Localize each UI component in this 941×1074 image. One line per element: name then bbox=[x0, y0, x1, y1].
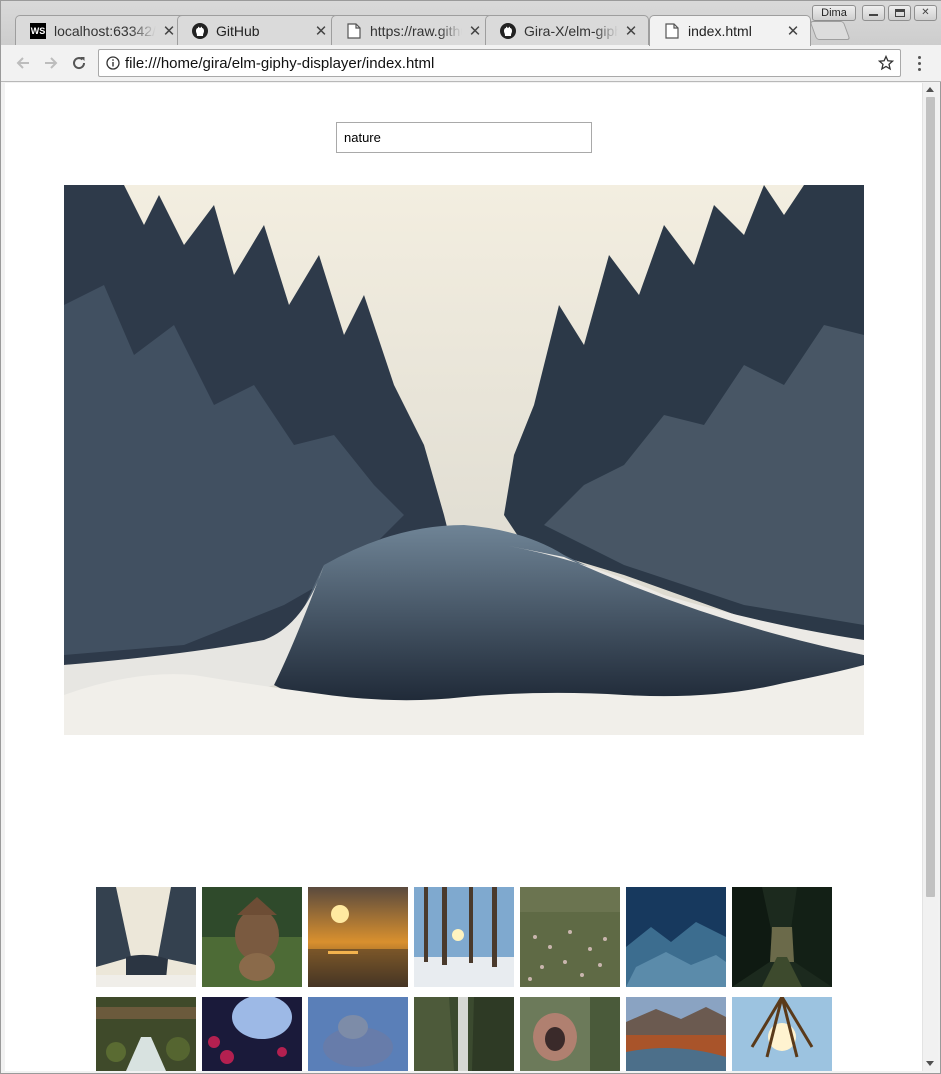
tab-title: localhost:63342/ bbox=[54, 23, 156, 39]
thumbnail[interactable] bbox=[414, 887, 514, 987]
menu-button[interactable] bbox=[910, 52, 928, 74]
page-icon bbox=[664, 23, 680, 39]
tab-title: GitHub bbox=[216, 23, 260, 39]
scrollbar-thumb[interactable] bbox=[926, 97, 935, 897]
thumbnail[interactable] bbox=[308, 887, 408, 987]
tab-title: https://raw.githu bbox=[370, 23, 462, 39]
thumbnail[interactable] bbox=[414, 997, 514, 1071]
close-icon[interactable]: ✕ bbox=[624, 22, 638, 40]
tab-gira-x-repo[interactable]: Gira-X/elm-giphy ✕ bbox=[485, 15, 649, 46]
browser-window: WS localhost:63342/ ✕ GitHub ✕ https://r… bbox=[0, 0, 941, 1074]
tab-strip: WS localhost:63342/ ✕ GitHub ✕ https://r… bbox=[1, 1, 941, 46]
webstorm-icon: WS bbox=[30, 23, 46, 39]
maximize-button[interactable] bbox=[888, 5, 911, 21]
url-text: file:///home/gira/elm-giphy-displayer/in… bbox=[125, 55, 435, 72]
thumbnail[interactable] bbox=[202, 887, 302, 987]
thumbnail[interactable] bbox=[732, 997, 832, 1071]
toolbar: file:///home/gira/elm-giphy-displayer/in… bbox=[1, 45, 941, 82]
profile-button[interactable]: Dima bbox=[812, 5, 856, 21]
github-icon bbox=[192, 23, 208, 39]
close-icon[interactable]: ✕ bbox=[468, 22, 482, 40]
thumbnail[interactable] bbox=[202, 997, 302, 1071]
tab-github[interactable]: GitHub ✕ bbox=[177, 15, 339, 46]
close-icon[interactable]: ✕ bbox=[786, 22, 800, 40]
thumbnail[interactable] bbox=[626, 887, 726, 987]
tab-index-html[interactable]: index.html ✕ bbox=[649, 15, 811, 46]
minimize-icon bbox=[869, 14, 878, 16]
arrow-left-icon bbox=[16, 57, 29, 69]
reload-icon bbox=[73, 57, 86, 70]
back-button[interactable] bbox=[12, 52, 34, 74]
github-icon bbox=[500, 23, 516, 39]
page-icon bbox=[346, 23, 362, 39]
bookmark-star-icon[interactable] bbox=[878, 55, 894, 71]
thumbnail[interactable] bbox=[520, 997, 620, 1071]
thumbnail[interactable] bbox=[96, 997, 196, 1071]
forward-button[interactable] bbox=[40, 52, 62, 74]
scroll-up-icon[interactable] bbox=[926, 87, 934, 92]
tab-raw-github[interactable]: https://raw.githu ✕ bbox=[331, 15, 493, 46]
main-gif bbox=[64, 185, 864, 735]
scroll-down-icon[interactable] bbox=[926, 1061, 934, 1066]
search-input[interactable]: nature bbox=[336, 122, 592, 153]
thumbnail[interactable] bbox=[732, 887, 832, 987]
vertical-scrollbar[interactable] bbox=[922, 83, 938, 1071]
tab-localhost[interactable]: WS localhost:63342/ ✕ bbox=[15, 15, 187, 46]
page-viewport: nature bbox=[5, 83, 922, 1071]
thumbnail[interactable] bbox=[96, 887, 196, 987]
minimize-button[interactable] bbox=[862, 5, 885, 21]
close-icon: ✕ bbox=[921, 7, 930, 18]
arrow-right-icon bbox=[45, 57, 58, 69]
address-bar[interactable]: file:///home/gira/elm-giphy-displayer/in… bbox=[98, 49, 901, 77]
info-icon bbox=[106, 56, 120, 70]
close-icon[interactable]: ✕ bbox=[314, 22, 328, 40]
maximize-icon bbox=[894, 9, 905, 17]
close-window-button[interactable]: ✕ bbox=[914, 5, 937, 21]
thumbnail[interactable] bbox=[626, 997, 726, 1071]
thumbnail[interactable] bbox=[308, 997, 408, 1071]
thumbnail[interactable] bbox=[520, 887, 620, 987]
reload-button[interactable] bbox=[68, 52, 90, 74]
close-icon[interactable]: ✕ bbox=[162, 22, 176, 40]
new-tab-button[interactable] bbox=[809, 21, 851, 40]
tab-title: Gira-X/elm-giphy bbox=[524, 23, 618, 39]
tab-title: index.html bbox=[688, 23, 752, 39]
